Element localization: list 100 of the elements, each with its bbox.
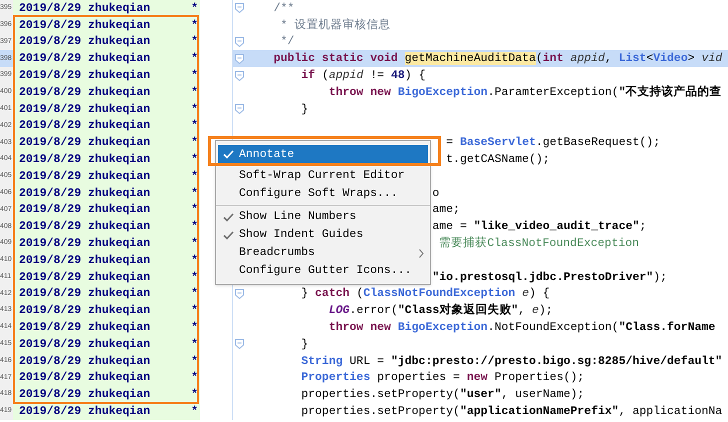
code-line: }	[301, 336, 308, 353]
annotation-text: 2019/8/29 zhukeqian	[19, 303, 150, 320]
code-line: properties.setProperty("applicationNamePrefix", applicationNa	[301, 404, 722, 420]
code-line: "io.prestosql.jdbc.PrestoDriver");	[432, 270, 667, 286]
annotation-cell[interactable]: 2019/8/29 zhukeqian *	[13, 386, 200, 404]
change-mark: *	[191, 84, 198, 101]
annotation-cell[interactable]: 2019/8/29 zhukeqian *	[13, 84, 200, 101]
annotation-text: 2019/8/29 zhukeqian	[19, 34, 150, 50]
annotation-text: 2019/8/29 zhukeqian	[19, 202, 150, 218]
annotation-text: 2019/8/29 zhukeqian	[19, 387, 150, 404]
change-mark: *	[191, 354, 198, 370]
annotation-text: 2019/8/29 zhukeqian	[19, 252, 150, 269]
code-line: String URL = "jdbc:presto://presto.bigo.sg:8285/hive/default"	[301, 354, 722, 370]
annotation-cell[interactable]: 2019/8/29 zhukeqian *	[13, 202, 200, 218]
code-line: o	[432, 186, 440, 202]
annotation-cell[interactable]: 2019/8/29 zhukeqian *	[13, 134, 200, 152]
annotation-cell[interactable]: 2019/8/29 zhukeqian *	[13, 352, 200, 370]
change-mark: *	[191, 320, 198, 336]
change-mark: *	[191, 168, 198, 185]
annotation-text: 2019/8/29 zhukeqian	[19, 118, 150, 134]
annotation-cell[interactable]: 2019/8/29 zhukeqian *	[13, 100, 200, 118]
annotation-text: 2019/8/29 zhukeqian	[19, 336, 150, 353]
code-line: public static void getMachineAuditData(int appid, List<Video> vid	[274, 51, 722, 68]
fold-icon[interactable]	[235, 339, 244, 350]
annotation-cell[interactable]: 2019/8/29 zhukeqian *	[13, 50, 200, 68]
annotation-cell[interactable]: 2019/8/29 zhukeqian *	[13, 184, 200, 202]
annotation-text: 2019/8/29 zhukeqian	[19, 102, 150, 118]
code-line: /**	[274, 0, 294, 17]
annotation-text: 2019/8/29 zhukeqian	[19, 68, 150, 84]
annotation-text: 2019/8/29 zhukeqian	[19, 320, 150, 336]
change-mark: *	[191, 387, 198, 404]
annotation-text: 2019/8/29 zhukeqian	[19, 0, 150, 17]
annotation-cell[interactable]: 2019/8/29 zhukeqian *	[13, 67, 200, 84]
change-mark: *	[191, 18, 198, 34]
annotation-cell[interactable]: 2019/8/29 zhukeqian *	[13, 151, 200, 168]
annotation-text: 2019/8/29 zhukeqian	[19, 152, 150, 168]
change-mark: *	[191, 219, 198, 236]
annotation-cell[interactable]: 2019/8/29 zhukeqian *	[13, 268, 200, 286]
change-mark: *	[191, 202, 198, 218]
annotation-text: 2019/8/29 zhukeqian	[19, 186, 150, 202]
annotation-text: 2019/8/29 zhukeqian	[19, 135, 150, 152]
menu-item[interactable]: Annotate	[218, 145, 428, 164]
annotation-text: 2019/8/29 zhukeqian	[19, 404, 150, 420]
change-mark: *	[191, 404, 198, 420]
annotation-cell[interactable]: 2019/8/29 zhukeqian *	[13, 319, 200, 336]
annotation-text: 2019/8/29 zhukeqian	[19, 84, 150, 101]
change-mark: *	[191, 135, 198, 152]
annotation-cell[interactable]: 2019/8/29 zhukeqian *	[13, 286, 200, 302]
code-line: 需要捕获ClassNotFoundException	[439, 236, 640, 252]
menu-item[interactable]: Configure Gutter Icons...	[218, 262, 428, 280]
code-line: throw new BigoException.ParamterException("不支持该产品的查	[328, 84, 722, 101]
fold-icon[interactable]	[235, 70, 244, 81]
change-mark: *	[191, 270, 198, 286]
annotation-text: 2019/8/29 zhukeqian	[19, 370, 150, 386]
annotation-cell[interactable]: 2019/8/29 zhukeqian *	[13, 34, 200, 50]
annotation-cell[interactable]: 2019/8/29 zhukeqian *	[13, 403, 200, 420]
code-line: ame = "like_video_audit_trace";	[432, 219, 646, 236]
annotation-text: 2019/8/29 zhukeqian	[19, 270, 150, 286]
annotation-cell[interactable]: 2019/8/29 zhukeqian *	[13, 218, 200, 236]
fold-icon[interactable]	[235, 3, 244, 14]
change-mark: *	[191, 51, 198, 68]
annotation-text: 2019/8/29 zhukeqian	[19, 168, 150, 185]
fold-icon[interactable]	[235, 36, 244, 47]
change-mark: *	[191, 286, 198, 302]
annotation-cell[interactable]: 2019/8/29 zhukeqian *	[13, 118, 200, 134]
fold-icon[interactable]	[235, 54, 244, 64]
annotation-text: 2019/8/29 zhukeqian	[19, 236, 150, 252]
code-line: if (appid != 48) {	[301, 68, 426, 84]
code-line: * 设置机器审核信息	[280, 17, 390, 34]
code-line: t.getCASName();	[446, 152, 550, 168]
menu-item[interactable]: Soft-Wrap Current Editor	[218, 167, 428, 185]
change-mark: *	[191, 102, 198, 118]
annotation-cell[interactable]: 2019/8/29 zhukeqian *	[13, 16, 200, 34]
fold-icon[interactable]	[235, 288, 244, 299]
change-mark: *	[191, 34, 198, 50]
fold-icon[interactable]	[235, 104, 244, 114]
annotation-cell[interactable]: 2019/8/29 zhukeqian *	[13, 302, 200, 320]
change-mark: *	[191, 68, 198, 84]
annotation-cell[interactable]: 2019/8/29 zhukeqian *	[13, 336, 200, 353]
annotation-text: 2019/8/29 zhukeqian	[19, 18, 150, 34]
change-mark: *	[191, 236, 198, 252]
code-line: throw new BigoException.NotFoundException("Class.forName	[328, 320, 716, 336]
code-line: LOG.error("Class对象返回失败", e);	[328, 302, 553, 320]
menu-item[interactable]: Breadcrumbs	[218, 244, 428, 262]
annotation-cell[interactable]: 2019/8/29 zhukeqian *	[13, 252, 200, 269]
change-mark: *	[191, 152, 198, 168]
annotation-cell[interactable]: 2019/8/29 zhukeqian *	[13, 235, 200, 252]
change-mark: *	[191, 336, 198, 353]
menu-item[interactable]: Configure Soft Wraps...	[218, 185, 428, 203]
code-line: Properties properties = new Properties();	[301, 370, 584, 386]
change-mark: *	[191, 370, 198, 386]
menu-item[interactable]: Show Indent Guides	[218, 226, 428, 244]
code-line: } catch (ClassNotFoundException e) {	[301, 286, 550, 302]
annotation-cell[interactable]: 2019/8/29 zhukeqian *	[13, 370, 200, 386]
annotation-text: 2019/8/29 zhukeqian	[19, 354, 150, 370]
annotation-text: 2019/8/29 zhukeqian	[19, 51, 150, 68]
menu-item[interactable]: Show Line Numbers	[218, 208, 428, 226]
annotation-cell[interactable]: 2019/8/29 zhukeqian *	[13, 168, 200, 185]
change-mark: *	[191, 252, 198, 269]
annotation-text: 2019/8/29 zhukeqian	[19, 219, 150, 236]
